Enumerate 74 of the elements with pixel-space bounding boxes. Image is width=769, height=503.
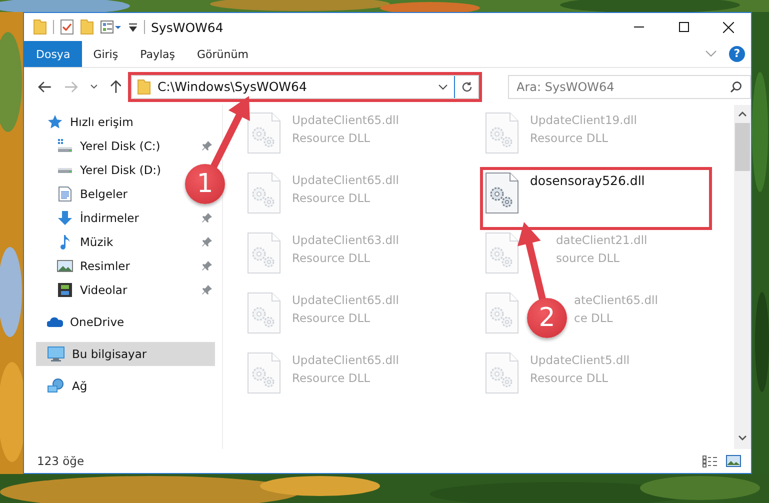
nav-item[interactable]: Müzik: [36, 230, 215, 254]
pin-icon[interactable]: [202, 141, 212, 151]
dropdown-icon[interactable]: [128, 21, 138, 33]
maximize-icon: [678, 22, 688, 32]
back-icon[interactable]: [38, 80, 52, 92]
address-path: C:\Windows\SysWOW64: [157, 79, 308, 94]
file-type: source DLL: [556, 251, 621, 265]
gear-file-icon: [485, 292, 519, 334]
pin-icon[interactable]: [202, 261, 212, 271]
minimize-icon: [634, 26, 644, 28]
picture-icon: [57, 258, 73, 274]
recent-locations-icon[interactable]: [90, 84, 98, 90]
document-icon: [57, 186, 73, 202]
gear-file-icon: [485, 352, 519, 394]
nav-item[interactable]: Yerel Disk (C:): [36, 134, 215, 158]
checklist-icon[interactable]: [60, 19, 74, 35]
file-type: Resource DLL: [292, 191, 372, 205]
network-icon: [47, 378, 65, 394]
drive-icon: [57, 138, 73, 154]
details-view-icon[interactable]: [702, 454, 718, 468]
search-field[interactable]: Ara: SysWOW64: [508, 74, 751, 98]
nav-item[interactable]: Hızlı erişim: [36, 110, 140, 134]
film-icon: [57, 282, 73, 298]
help-button[interactable]: ?: [729, 46, 745, 62]
folder-icon: [137, 78, 152, 94]
scroll-down-icon[interactable]: [738, 435, 747, 441]
refresh-icon[interactable]: [460, 80, 473, 92]
thumbnails-view-icon[interactable]: [726, 455, 741, 467]
ribbon-tab[interactable]: Görünüm: [186, 41, 260, 67]
nav-item[interactable]: OneDrive: [36, 310, 130, 334]
scrollbar-thumb[interactable]: [735, 123, 750, 171]
nav-item[interactable]: İndirmeler: [36, 206, 215, 230]
gear-file-icon: [247, 352, 281, 394]
file-name[interactable]: dosensoray526.dll: [530, 173, 645, 188]
properties-icon[interactable]: [100, 20, 122, 34]
gear-file-icon: [247, 292, 281, 334]
star-icon: [47, 114, 63, 130]
gear-file-icon: [485, 232, 519, 274]
gear-file-icon: [247, 172, 281, 214]
file-type: Resource DLL: [292, 371, 372, 385]
ribbon-tab[interactable]: Giriş: [82, 41, 130, 67]
nav-item[interactable]: Belgeler: [36, 182, 134, 206]
gear-file-icon: [247, 232, 281, 274]
item-count: 123 öğe: [37, 454, 84, 468]
nav-item[interactable]: Bu bilgisayar: [36, 342, 215, 366]
ribbon-tab[interactable]: Paylaş: [129, 41, 186, 67]
close-icon: [723, 22, 734, 32]
gear-file-icon: [485, 172, 519, 214]
computer-icon: [47, 346, 65, 362]
search-icon[interactable]: [730, 80, 742, 92]
nav-item[interactable]: Yerel Disk (D:): [36, 158, 168, 182]
nav-item[interactable]: Resimler: [36, 254, 215, 278]
nav-item[interactable]: Videolar: [36, 278, 215, 302]
pin-icon[interactable]: [202, 213, 212, 223]
file-type: Resource DLL: [530, 371, 610, 385]
ribbon-tab[interactable]: Dosya: [24, 41, 82, 67]
file-type: Resource DLL: [292, 311, 372, 325]
pin-icon[interactable]: [202, 237, 212, 247]
pin-icon[interactable]: [202, 285, 212, 295]
drive-icon: [58, 168, 72, 172]
file-type: Resource DLL: [530, 131, 610, 145]
file-type: ce DLL: [574, 311, 614, 325]
gear-file-icon: [485, 112, 519, 154]
scroll-up-icon[interactable]: [738, 111, 747, 117]
gear-file-icon: [247, 112, 281, 154]
file-type: Resource DLL: [292, 131, 372, 145]
download-icon: [57, 210, 73, 226]
up-icon[interactable]: [110, 80, 122, 94]
nav-item[interactable]: Ağ: [36, 374, 94, 398]
window-title: SysWOW64: [151, 20, 224, 34]
address-bar[interactable]: C:\Windows\SysWOW64: [131, 74, 479, 98]
file-type: Resource DLL: [292, 251, 372, 265]
dropdown-icon[interactable]: [438, 84, 448, 90]
chevron-down-icon[interactable]: [705, 50, 717, 58]
